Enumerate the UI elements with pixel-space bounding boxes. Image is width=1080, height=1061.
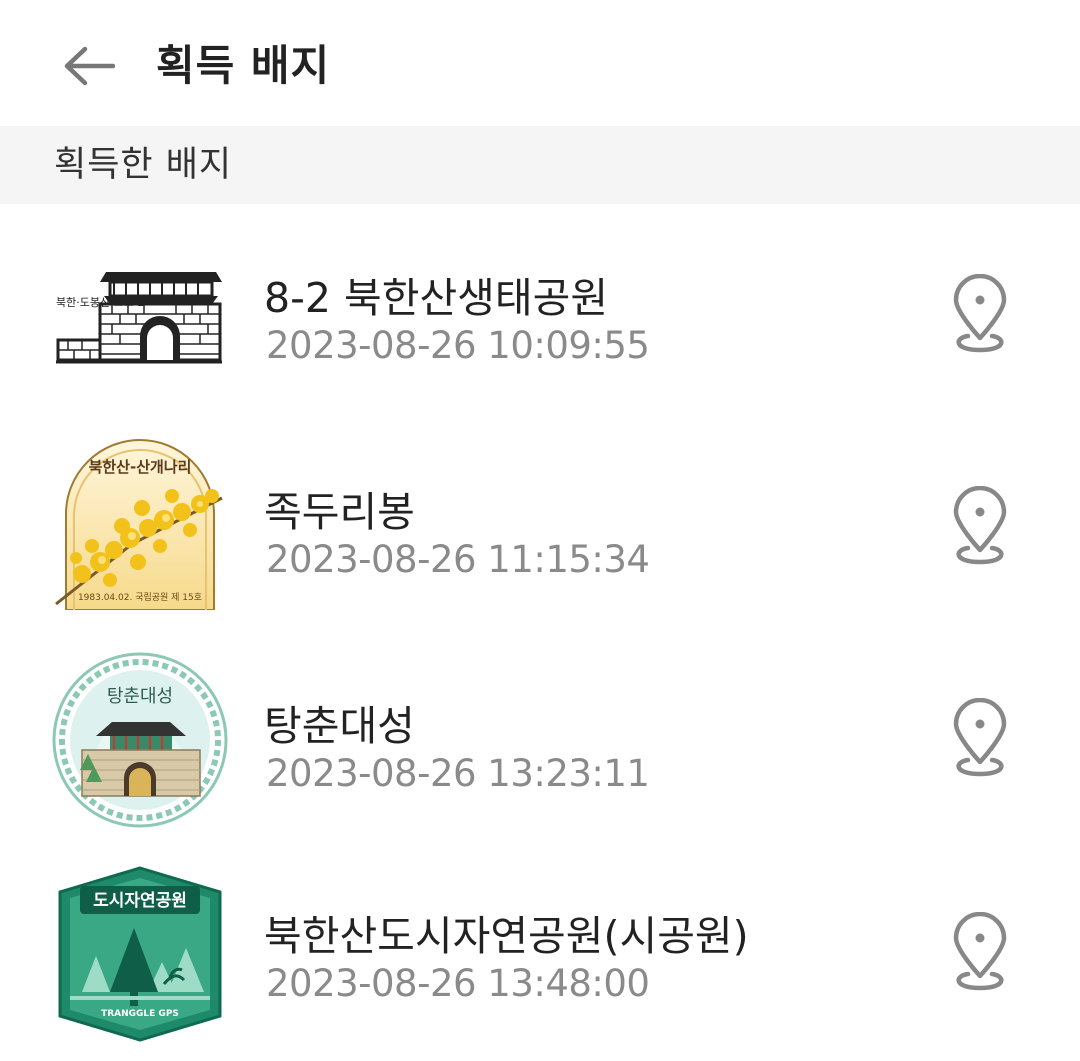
badge-name: 8-2 북한산생태공원 bbox=[264, 274, 609, 322]
section-header: 획득한 배지 bbox=[0, 126, 1080, 204]
badge-label: 탕춘대성 bbox=[107, 686, 173, 707]
badge-item[interactable]: 북한산-산개나리 1983.04.02. 국립공원 제 15호 족두리봉 202… bbox=[0, 424, 1080, 624]
badge-label: 북한산-산개나리 bbox=[89, 458, 192, 476]
badge-image-tangchundaeseong: 탕춘대성 bbox=[52, 652, 228, 828]
map-pin-icon bbox=[953, 911, 1007, 991]
location-button[interactable] bbox=[944, 911, 1016, 996]
back-button[interactable] bbox=[56, 36, 122, 96]
badge-sublabel: TRANGGLE GPS bbox=[101, 1009, 179, 1019]
location-button[interactable] bbox=[944, 697, 1016, 782]
badge-date: 2023-08-26 13:48:00 bbox=[266, 962, 650, 1005]
badge-image-forsythia: 북한산-산개나리 1983.04.02. 국립공원 제 15호 bbox=[55, 439, 223, 610]
badge-name: 탕춘대성 bbox=[264, 702, 415, 750]
badge-image-fortress-gate: 북한·도봉산 코스 2 bbox=[52, 224, 228, 400]
app-header: 획득 배지 bbox=[0, 0, 1080, 126]
badge-date: 2023-08-26 11:15:34 bbox=[266, 538, 650, 581]
badge-item[interactable]: 도시자연공원 TRANGGLE GPS 북한산도시자연공원(시공원) 2023-… bbox=[0, 856, 1080, 1056]
badge-name: 족두리봉 bbox=[264, 488, 415, 536]
section-title: 획득한 배지 bbox=[54, 145, 233, 185]
location-button[interactable] bbox=[944, 273, 1016, 358]
location-button[interactable] bbox=[944, 485, 1016, 570]
badge-date: 2023-08-26 13:23:11 bbox=[266, 752, 650, 795]
badge-label: 북한·도봉산 코스 2 bbox=[56, 296, 144, 309]
badge-name: 북한산도시자연공원(시공원) bbox=[264, 912, 749, 960]
map-pin-icon bbox=[953, 697, 1007, 777]
badge-label: 도시자연공원 bbox=[93, 891, 187, 911]
badge-image-city-park: 도시자연공원 TRANGGLE GPS bbox=[58, 866, 222, 1042]
badge-date: 2023-08-26 10:09:55 bbox=[266, 324, 650, 367]
arrow-left-icon bbox=[64, 46, 115, 86]
page-title: 획득 배지 bbox=[156, 41, 331, 90]
badge-item[interactable]: 북한·도봉산 코스 2 8-2 북한산생태공원 2023-08-26 10:09… bbox=[0, 216, 1080, 416]
badge-sublabel: 1983.04.02. 국립공원 제 15호 bbox=[78, 592, 202, 603]
badge-item[interactable]: 탕춘대성 탕춘대성 2023-08-26 13:23:11 bbox=[0, 640, 1080, 840]
map-pin-icon bbox=[953, 273, 1007, 353]
map-pin-icon bbox=[953, 485, 1007, 565]
